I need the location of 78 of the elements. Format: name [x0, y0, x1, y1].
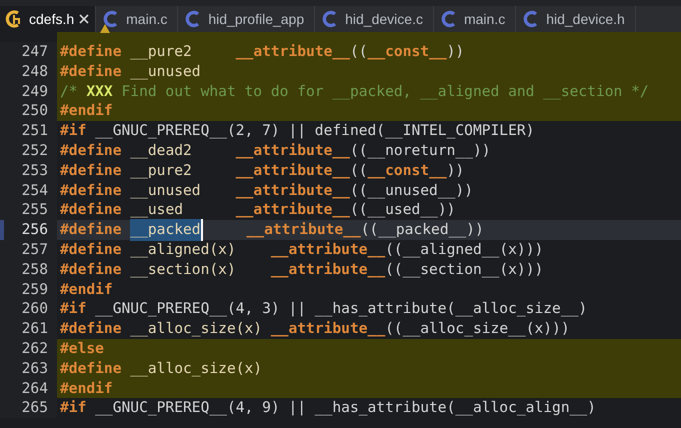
attribute-keyword: __attribute__	[246, 220, 361, 240]
macro-name: __unused	[129, 62, 201, 82]
attribute-keyword: __attribute__	[236, 160, 350, 181]
preprocessor-directive: #define	[60, 240, 122, 260]
preprocessor-directive: #endif	[60, 101, 113, 122]
code-text: ((	[350, 42, 368, 62]
attribute-keyword: __attribute__	[236, 180, 350, 201]
code-text: ((__packed__))	[360, 220, 484, 240]
line-number: 260	[0, 299, 57, 320]
preprocessor-directive: #define	[60, 42, 122, 62]
line-number: 254	[0, 180, 57, 200]
code-text: ((__aligned__(x)))	[385, 240, 544, 260]
preprocessor-directive: #if	[60, 398, 86, 418]
line-number: 248	[0, 62, 57, 82]
macro-name: __pure2	[129, 160, 193, 181]
code-comment: /*	[60, 82, 79, 102]
preprocessor-directive: #endif	[60, 378, 113, 398]
code-text: __GNUC_PREREQ__(4, 3) || __has_attribute(__alloc_size__)	[94, 299, 588, 320]
preprocessor-directive: #else	[60, 338, 104, 359]
preprocessor-directive: #define	[60, 260, 122, 280]
line-number: 247	[0, 42, 57, 62]
preprocessor-directive: #if	[60, 299, 86, 320]
macro-name: __alloc_size(x)	[129, 358, 262, 379]
close-icon[interactable]	[78, 13, 90, 25]
line-number: 249	[0, 82, 57, 102]
preprocessor-directive: #endif	[60, 280, 113, 300]
editor-tab[interactable]: cdefs.h	[0, 6, 96, 32]
preprocessor-directive: #define	[60, 358, 122, 379]
macro-name: __dead2	[129, 140, 193, 161]
line-number: 252	[0, 140, 57, 161]
preprocessor-directive: #if	[60, 121, 86, 142]
line-number: 264	[0, 378, 57, 398]
line-number: 262	[0, 338, 57, 359]
macro-name: __unused	[129, 180, 202, 201]
macro-name: __aligned(x)	[129, 240, 237, 260]
line-number: 265	[0, 398, 57, 418]
preprocessor-directive: #define	[60, 220, 123, 240]
attribute-keyword: __attribute__	[236, 200, 350, 220]
macro-name: __pure2	[129, 42, 193, 62]
line-number: 256	[0, 220, 57, 240]
code-text: __GNUC_PREREQ__(2, 7) || defined(__INTEL_COMPILER)	[94, 121, 534, 142]
text-selection: __packed	[130, 219, 203, 242]
macro-name: __used	[129, 200, 184, 220]
line-number: 257	[0, 240, 57, 260]
todo-marker: XXX	[86, 82, 113, 102]
attribute-keyword: __attribute__	[270, 319, 386, 340]
code-text: ((__noreturn__))	[350, 140, 491, 161]
code-text: __GNUC_PREREQ__(4, 9) || __has_attribute(__alloc_align__)	[94, 398, 596, 418]
line-number: 263	[0, 358, 57, 379]
attribute-keyword: __attribute__	[270, 240, 386, 260]
preprocessor-directive: #define	[60, 140, 122, 161]
attribute-keyword: __attribute__	[236, 42, 350, 62]
line-number: 258	[0, 260, 57, 280]
code-text: ((__unused__))	[350, 180, 473, 201]
attribute-keyword: __const__	[368, 42, 447, 62]
code-text: ((__section__(x)))	[385, 260, 544, 280]
line-number: 253	[0, 160, 57, 181]
code-text: ((__used__))	[350, 200, 456, 220]
line-number: 259	[0, 280, 57, 300]
macro-name: __section(x)	[129, 260, 237, 280]
attribute-keyword: __attribute__	[270, 260, 386, 280]
preprocessor-directive: #define	[60, 160, 122, 181]
preprocessor-directive: #define	[60, 200, 122, 220]
line-number: 255	[0, 200, 57, 220]
code-text: ((	[350, 160, 368, 181]
code-text: ))	[446, 160, 464, 181]
macro-name: __alloc_size(x)	[129, 319, 264, 340]
code-comment: Find out what to do for __packed, __aligned and __section */	[120, 82, 649, 102]
line-number: 250	[0, 101, 57, 122]
attribute-keyword: __const__	[368, 160, 447, 181]
line-number: 261	[0, 319, 57, 339]
line-number: 251	[0, 121, 57, 141]
preprocessor-directive: #define	[60, 319, 122, 340]
preprocessor-directive: #define	[60, 62, 122, 82]
code-text: ))	[446, 42, 464, 62]
preprocessor-directive: #define	[60, 180, 122, 201]
attribute-keyword: __attribute__	[236, 140, 350, 161]
code-text: ((__alloc_size__(x)))	[385, 319, 570, 340]
